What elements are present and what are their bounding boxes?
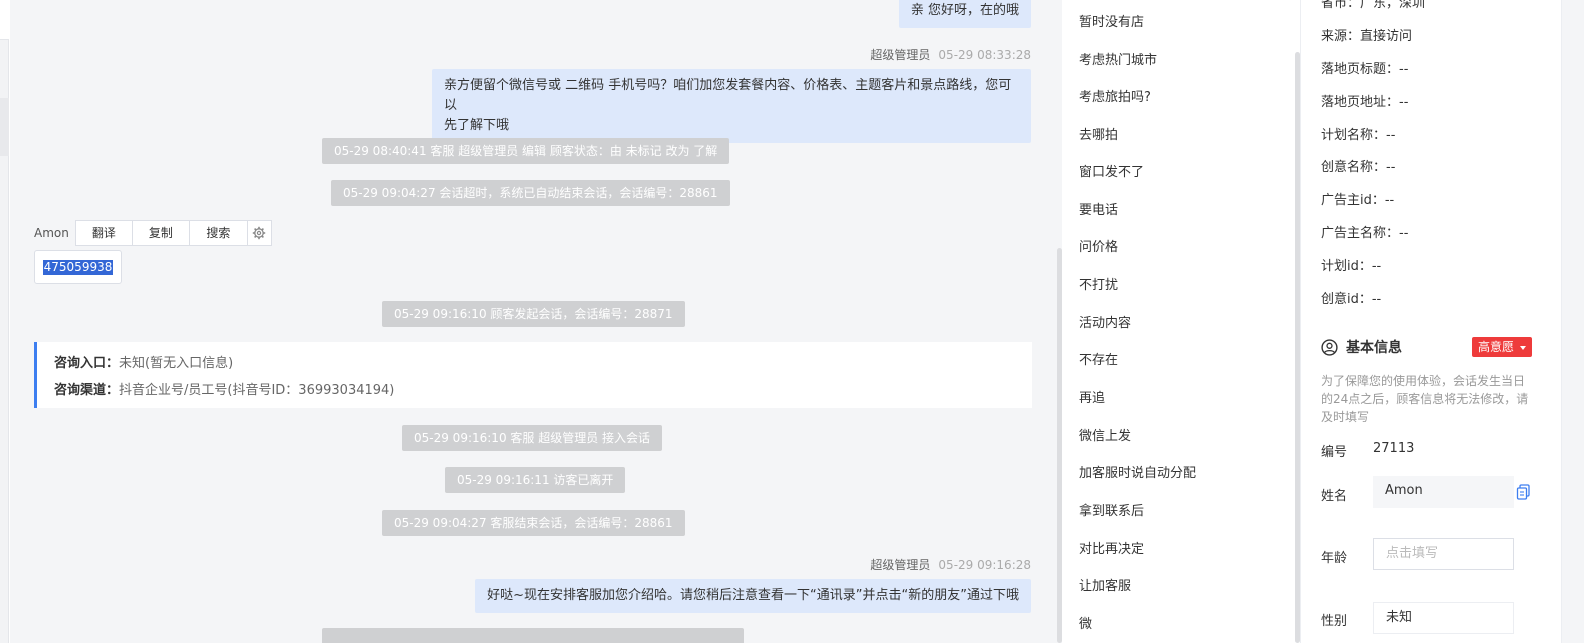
system-message: 05-29 09:16:10 顾客发起会话，会话编号：28871 [382,301,685,327]
advertiser-id-line: 广告主id：-- [1321,193,1395,208]
agent-message-text: 好哒~现在安排客服加您介绍哈。请您稍后注意查看一下“通讯录”并点击“新的朋友”通… [487,588,1019,603]
quick-reply-item[interactable]: 加客服时说自动分配 [1079,462,1196,481]
agent-message: 亲 您好呀，在的哦 [898,0,1031,28]
customer-message-text[interactable]: 475059938 [42,259,114,275]
message-time: 05-29 09:16:28 [938,558,1031,572]
agent-message-text: 亲 您好呀，在的哦 [910,3,1019,18]
quick-reply-item[interactable]: 不存在 [1079,349,1118,368]
left-nav-top [0,0,9,40]
quick-reply-item[interactable]: 去哪拍 [1079,124,1118,143]
system-message: 05-29 09:04:27 客服结束会话，会话编号：28861 [382,510,685,536]
quick-reply-item[interactable]: 微信上发 [1079,425,1131,444]
quick-reply-item[interactable]: 问价格 [1079,236,1118,255]
translate-button[interactable]: 翻译 [76,221,133,245]
system-message: 05-29 09:16:11 访客已离开 [445,467,626,493]
notice-text: 为了保障您的使用体验，会话发生当日的24点之后，顾客信息将无法修改，请及时填写 [1321,374,1529,424]
search-button[interactable]: 搜索 [190,221,247,245]
gender-label: 性别 [1321,614,1348,629]
id-label: 编号 [1321,445,1348,460]
customer-name: Amon [34,226,69,240]
plan-name-line: 计划名称：-- [1321,128,1396,143]
left-nav-selected-item[interactable] [0,98,9,156]
consult-channel: 咨询渠道：抖音企业号/员工号(抖音号ID：36993034194) [54,377,1032,404]
consult-entry-value: 未知(暂无入口信息) [119,356,234,371]
system-message: 05-29 08:40:41 客服 超级管理员 编辑 顾客状态：由 未标记 改为… [322,138,730,164]
caret-down-icon [1519,345,1526,350]
agent-message-text: 亲方便留个微信号或 二维码 手机号吗？咱们加您发套餐内容、价格表、主题客片和景点… [444,78,1012,113]
source-line: 来源：直接访问 [1321,29,1413,44]
quick-reply-item[interactable]: 拿到联系后 [1079,500,1144,519]
advertiser-name-line: 广告主名称：-- [1321,226,1409,241]
sender-name: 超级管理员 [870,558,931,572]
basic-info-title: 基本信息 [1321,337,1402,357]
customer-message-header: Amon 翻译 复制 搜索 [34,220,272,246]
agent-message: 好哒~现在安排客服加您介绍哈。请您稍后注意查看一下“通讯录”并点击“新的朋友”通… [475,579,1031,613]
quick-reply-item[interactable]: 考虑热门城市 [1079,49,1157,68]
customer-message[interactable]: 475059938 [34,250,122,284]
quick-reply-item[interactable]: 对比再决定 [1079,538,1144,557]
system-message: 05-29 09:04:27 会话超时，系统已自动结束会话，会话编号：28861 [331,180,730,206]
quick-reply-item[interactable]: 再追 [1079,387,1105,406]
system-message: 05-29 09:16:10 客服 超级管理员 接入会话 [402,425,663,451]
age-input[interactable]: 点击填写 [1373,538,1514,570]
agent-message-text: 先了解下哦 [444,118,510,133]
intent-badge-text: 高意愿 [1478,340,1515,354]
quick-reply-item[interactable]: 微 [1079,613,1092,632]
user-circle-icon [1321,338,1338,356]
basic-info-title-text: 基本信息 [1346,340,1402,356]
message-time: 05-29 08:33:28 [938,48,1031,62]
system-message-partial [322,628,744,643]
quick-reply-item[interactable]: 活动内容 [1079,312,1131,331]
creative-name-line: 创意名称：-- [1321,160,1396,175]
customer-info-panel: 省市：广东，深圳 来源：直接访问 落地页标题：-- 落地页地址：-- 计划名称：… [1300,0,1560,643]
copy-icon[interactable] [1516,484,1531,504]
agent-message: 亲方便留个微信号或 二维码 手机号吗？咱们加您发套餐内容、价格表、主题客片和景点… [432,69,1031,143]
name-label: 姓名 [1321,489,1348,504]
gear-icon[interactable] [247,220,272,246]
quick-reply-panel: 暂时没有店 考虑热门城市 考虑旅拍吗? 去哪拍 窗口发不了 要电话 问价格 不打… [1062,0,1300,643]
chat-panel: 亲 您好呀，在的哦 超级管理员 05-29 08:33:28 亲方便留个微信号或 … [10,0,1062,643]
copy-button[interactable]: 复制 [133,221,190,245]
right-edge-strip [1561,0,1584,643]
intent-badge[interactable]: 高意愿 [1472,337,1532,357]
age-label: 年龄 [1321,551,1348,566]
quick-reply-item[interactable]: 窗口发不了 [1079,161,1144,180]
name-field[interactable]: Amon [1373,476,1514,508]
consult-channel-label: 咨询渠道： [54,383,120,398]
consult-entry: 咨询入口：未知(暂无入口信息) [54,350,1032,377]
left-nav-strip [0,0,9,643]
quick-reply-item[interactable]: 不打扰 [1079,274,1118,293]
quick-reply-item[interactable]: 暂时没有店 [1079,11,1144,30]
plan-id-line: 计划id：-- [1321,259,1382,274]
creative-id-line: 创意id：-- [1321,292,1382,307]
consult-channel-value: 抖音企业号/员工号(抖音号ID：36993034194) [119,383,395,398]
quick-reply-item[interactable]: 要电话 [1079,199,1118,218]
message-toolbar: 翻译 复制 搜索 [74,220,248,246]
agent-sender-line: 超级管理员 05-29 08:33:28 [870,46,1031,63]
id-value: 27113 [1373,441,1415,456]
quick-reply-item[interactable]: 让加客服 [1079,575,1131,594]
quick-reply-item[interactable]: 考虑旅拍吗? [1079,86,1151,105]
agent-sender-line: 超级管理员 05-29 09:16:28 [870,556,1031,573]
landing-title-line: 落地页标题：-- [1321,62,1409,77]
consult-entry-label: 咨询入口： [54,356,120,371]
consult-info-card: 咨询入口：未知(暂无入口信息) 咨询渠道：抖音企业号/员工号(抖音号ID：369… [34,342,1032,408]
sender-name: 超级管理员 [870,48,931,62]
landing-url-line: 落地页地址：-- [1321,95,1409,110]
location-line: 省市：广东，深圳 [1321,0,1426,11]
gender-select[interactable]: 未知 [1373,602,1514,634]
